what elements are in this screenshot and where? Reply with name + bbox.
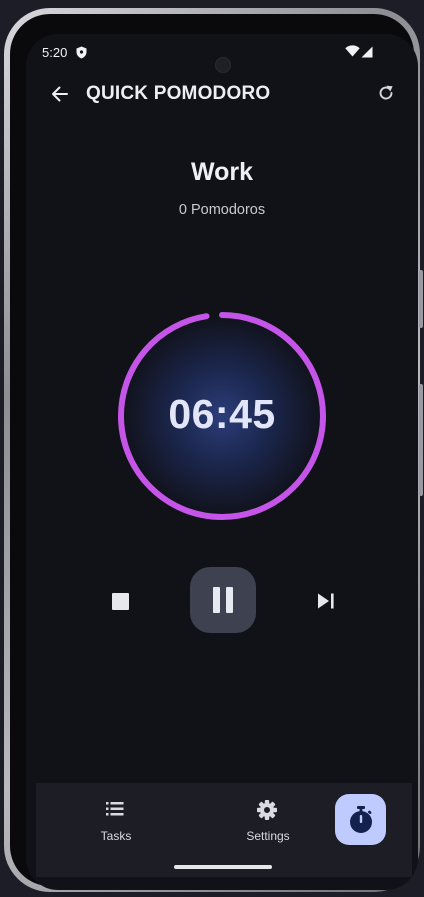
top-app-bar: QUICK POMODORO [26,74,418,114]
list-icon [106,802,124,816]
timer-fab-button[interactable] [335,794,386,845]
shield-icon [76,46,87,59]
nav-label-tasks: Tasks [100,829,132,843]
pause-icon [226,587,233,613]
phase-title: Work [190,158,254,186]
skip-button[interactable] [304,579,348,623]
home-indicator[interactable] [174,865,272,869]
timer-icon [349,805,372,833]
power-button [419,270,423,328]
pomodoro-count: 0 Pomodoros [178,202,266,218]
front-camera [215,57,231,73]
volume-button [419,384,423,496]
phone-frame: 5:20 QUICK POMODORO Work 0 Pomodoros 06:… [4,8,423,892]
pause-icon [213,587,220,613]
status-bar: 5:20 [26,34,418,73]
back-arrow-icon[interactable] [50,84,70,104]
signal-icon [361,46,373,58]
screen: 5:20 QUICK POMODORO Work 0 Pomodoros 06:… [26,34,418,890]
timer-display: 06:45 [168,391,276,437]
phone-bezel: 5:20 QUICK POMODORO Work 0 Pomodoros 06:… [10,14,418,890]
pause-button[interactable] [190,567,256,633]
wifi-icon [345,45,360,57]
nav-item-settings[interactable]: Settings [218,783,318,863]
refresh-icon[interactable] [376,83,396,103]
status-time: 5:20 [42,45,68,60]
page-title: QUICK POMODORO [86,83,271,104]
stop-button[interactable] [98,579,142,623]
nav-item-tasks[interactable]: Tasks [66,783,166,863]
stop-icon [111,592,129,610]
skip-next-icon [318,593,334,609]
nav-label-settings: Settings [246,829,290,843]
gear-icon [257,800,277,820]
